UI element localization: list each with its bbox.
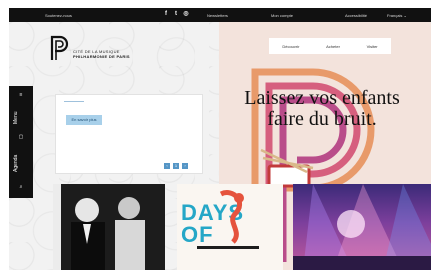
sidebar-menu-label[interactable]: Menu xyxy=(13,111,19,124)
twitter-icon[interactable]: t xyxy=(173,11,179,18)
pager-prev-button[interactable]: ‹ xyxy=(164,163,170,169)
tile-film-concert[interactable] xyxy=(53,184,165,270)
language-selector[interactable]: Français ⌄ xyxy=(387,13,407,18)
page-frame: Soutenez-nous f t ◎ Newsletters Mon comp… xyxy=(9,8,431,270)
left-sidebar: ≡ Menu ▢ Agenda ⌕ xyxy=(9,86,33,198)
accessibility-link[interactable]: Accessibilité xyxy=(345,13,367,18)
brand-name[interactable]: CITÉ DE LA MUSIQUE PHILHARMONIE DE PARIS xyxy=(73,49,130,59)
nav-visiter[interactable]: Visiter xyxy=(367,44,378,49)
menu-icon[interactable]: ≡ xyxy=(9,92,33,98)
headline-line-1: Laissez vos enfants xyxy=(244,87,400,109)
card-pager: ‹ 1 › xyxy=(164,163,188,169)
account-link[interactable]: Mon compte xyxy=(271,13,293,18)
pager-page-button[interactable]: 1 xyxy=(173,163,179,169)
support-link[interactable]: Soutenez-nous xyxy=(45,13,72,18)
tile-days-off[interactable]: DAYS OF xyxy=(177,184,283,270)
info-card: En savoir plus ‹ 1 › xyxy=(55,94,203,174)
brand-line-2: PHILHARMONIE DE PARIS xyxy=(73,54,130,59)
headline-line-2: faire du bruit. xyxy=(267,108,377,130)
tile-concert-stage[interactable] xyxy=(293,184,431,270)
hero-headline: Laissez vos enfants faire du bruit. xyxy=(207,88,431,130)
pager-next-button[interactable]: › xyxy=(182,163,188,169)
nav-acheter[interactable]: Acheter xyxy=(326,44,340,49)
days-off-graphic xyxy=(197,190,259,249)
instagram-icon[interactable]: ◎ xyxy=(183,11,189,18)
social-links: f t ◎ xyxy=(163,11,189,18)
film-concert-image xyxy=(53,184,165,270)
main-nav: Découvrir Acheter Visiter xyxy=(269,38,391,54)
learn-more-button[interactable]: En savoir plus xyxy=(66,115,102,125)
concert-stage-image xyxy=(293,184,431,270)
philharmonie-logo-icon[interactable] xyxy=(49,34,69,60)
card-accent-line xyxy=(64,101,84,102)
top-bar: Soutenez-nous f t ◎ Newsletters Mon comp… xyxy=(9,8,431,22)
search-icon[interactable]: ⌕ xyxy=(9,184,33,190)
agenda-icon[interactable]: ▢ xyxy=(9,134,33,140)
facebook-icon[interactable]: f xyxy=(163,11,169,18)
sidebar-agenda-label[interactable]: Agenda xyxy=(13,155,19,172)
nav-decouvrir[interactable]: Découvrir xyxy=(282,44,299,49)
newsletters-link[interactable]: Newsletters xyxy=(207,13,228,18)
